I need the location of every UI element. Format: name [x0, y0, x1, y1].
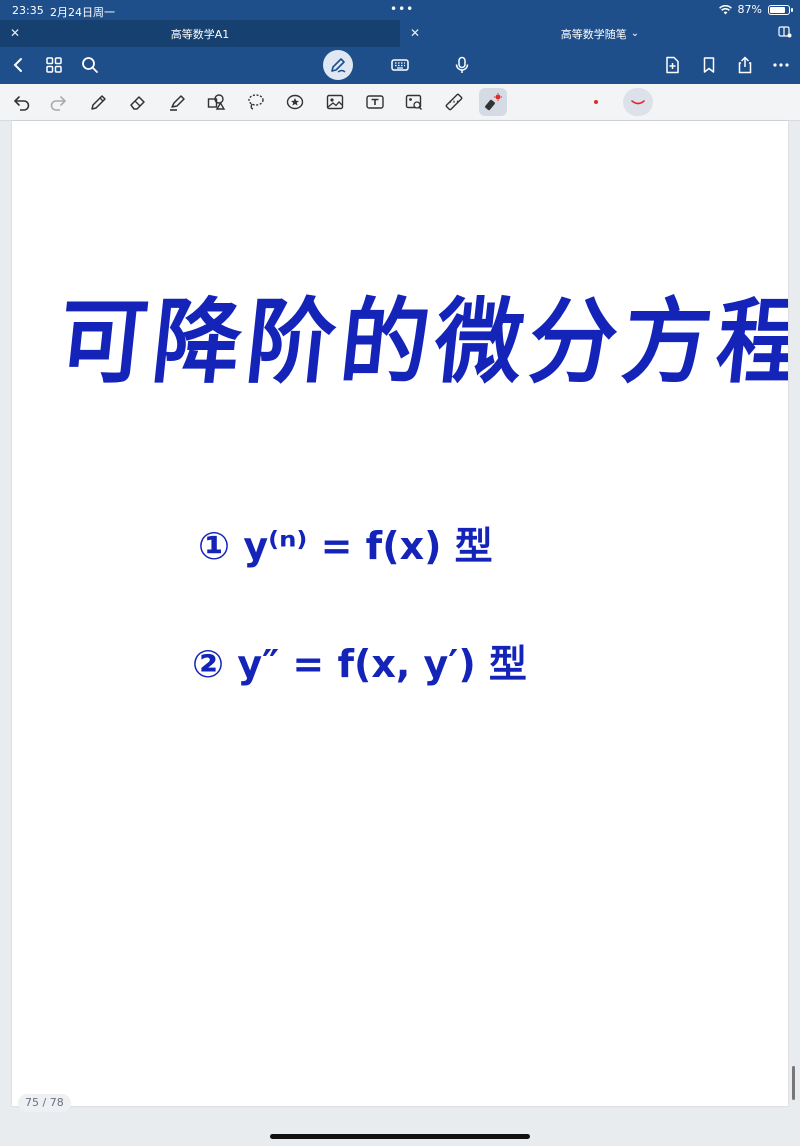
undo-button[interactable]: [9, 90, 35, 114]
pen-icon: [91, 95, 106, 110]
highlighter-icon: [170, 95, 185, 111]
app-chrome: 23:35 2月24日周一 ••• 87% ✕ 高等数学A1 ✕ 高等数学随笔 …: [0, 0, 800, 84]
battery-icon: [768, 4, 793, 15]
handwritten-title: 可降阶的微分方程: [53, 287, 788, 396]
microphone-button[interactable]: [448, 51, 476, 79]
text-tool-button[interactable]: [362, 90, 388, 114]
status-bar: 23:35 2月24日周一 ••• 87%: [0, 0, 800, 20]
stroke-preview-icon: [631, 100, 645, 105]
ruler-tool-button[interactable]: [441, 90, 467, 114]
redo-button[interactable]: [45, 90, 71, 114]
color-swatch-red[interactable]: [594, 100, 598, 104]
keyboard-icon: [391, 59, 409, 71]
bookmark-icon: [703, 57, 715, 73]
page-indicator[interactable]: 75 / 78: [18, 1094, 71, 1112]
drawing-toolbar: [0, 84, 800, 121]
chevron-left-icon: [13, 58, 22, 72]
eraser-tool-button[interactable]: [125, 90, 151, 114]
sticker-star-icon: [286, 94, 304, 110]
laser-pointer-button[interactable]: [479, 88, 507, 116]
close-tab-icon[interactable]: ✕: [10, 26, 20, 40]
sticker-tool-button[interactable]: [282, 90, 308, 114]
ruler-icon: [445, 93, 463, 111]
add-page-icon: [666, 56, 679, 74]
redo-icon: [50, 96, 67, 111]
wifi-icon: [718, 4, 732, 14]
note-page[interactable]: 可降阶的微分方程 ① y⁽ⁿ⁾ = f(x) 型 ② y″ = f(x, y′)…: [12, 121, 788, 1106]
navigation-bar: [0, 47, 800, 84]
tab-gaodeng-a1[interactable]: ✕ 高等数学A1: [0, 20, 400, 47]
image-icon: [326, 94, 344, 110]
eraser-icon: [130, 96, 145, 110]
back-button[interactable]: [4, 51, 32, 79]
camera-image-tool-button[interactable]: [401, 90, 427, 114]
image-search-icon: [405, 94, 422, 110]
keyboard-button[interactable]: [386, 51, 414, 79]
image-tool-button[interactable]: [322, 90, 348, 114]
share-button[interactable]: [731, 51, 759, 79]
tab-label: 高等数学随笔: [560, 27, 627, 41]
chevron-down-icon[interactable]: ⌄: [631, 28, 639, 39]
stroke-style-chip[interactable]: [623, 88, 653, 116]
text-box-icon: [366, 95, 384, 109]
more-icon: [773, 63, 789, 67]
multitask-dots-icon[interactable]: •••: [390, 2, 414, 16]
battery-fill: [770, 6, 785, 13]
status-date: 2月24日周一: [50, 6, 115, 19]
grid-view-button[interactable]: [40, 51, 68, 79]
status-time: 23:35: [12, 4, 44, 17]
status-right: 87%: [718, 3, 793, 16]
share-icon: [738, 56, 752, 74]
tab-label: 高等数学A1: [170, 27, 230, 41]
search-icon: [82, 57, 98, 73]
split-view-icon[interactable]: [778, 26, 792, 41]
more-options-button[interactable]: [767, 51, 795, 79]
handwritten-item-1: ① y⁽ⁿ⁾ = f(x) 型: [198, 524, 493, 568]
bookmark-button[interactable]: [695, 51, 723, 79]
laser-pointer-icon: [485, 93, 502, 111]
battery-percent: 87%: [737, 3, 762, 16]
pen-mode-button[interactable]: [323, 50, 353, 80]
lasso-icon: [248, 94, 264, 110]
lasso-tool-button[interactable]: [243, 90, 269, 114]
grid-icon: [46, 57, 62, 73]
search-button[interactable]: [76, 51, 104, 79]
tab-gaodeng-notes[interactable]: ✕ 高等数学随笔 ⌄: [400, 20, 800, 47]
home-indicator[interactable]: [270, 1134, 530, 1139]
shapes-tool-button[interactable]: [203, 90, 229, 114]
add-page-button[interactable]: [658, 51, 686, 79]
pen-mode-icon: [331, 58, 346, 73]
highlighter-tool-button[interactable]: [164, 90, 190, 114]
scrollbar-thumb[interactable]: [792, 1066, 795, 1100]
shapes-icon: [207, 94, 226, 110]
microphone-icon: [455, 56, 469, 73]
handwritten-item-2: ② y″ = f(x, y′) 型: [192, 642, 527, 686]
close-tab-icon[interactable]: ✕: [410, 26, 420, 40]
pen-tool-button[interactable]: [85, 90, 111, 114]
document-tabs: ✕ 高等数学A1 ✕ 高等数学随笔 ⌄: [0, 20, 800, 47]
undo-icon: [13, 96, 30, 111]
